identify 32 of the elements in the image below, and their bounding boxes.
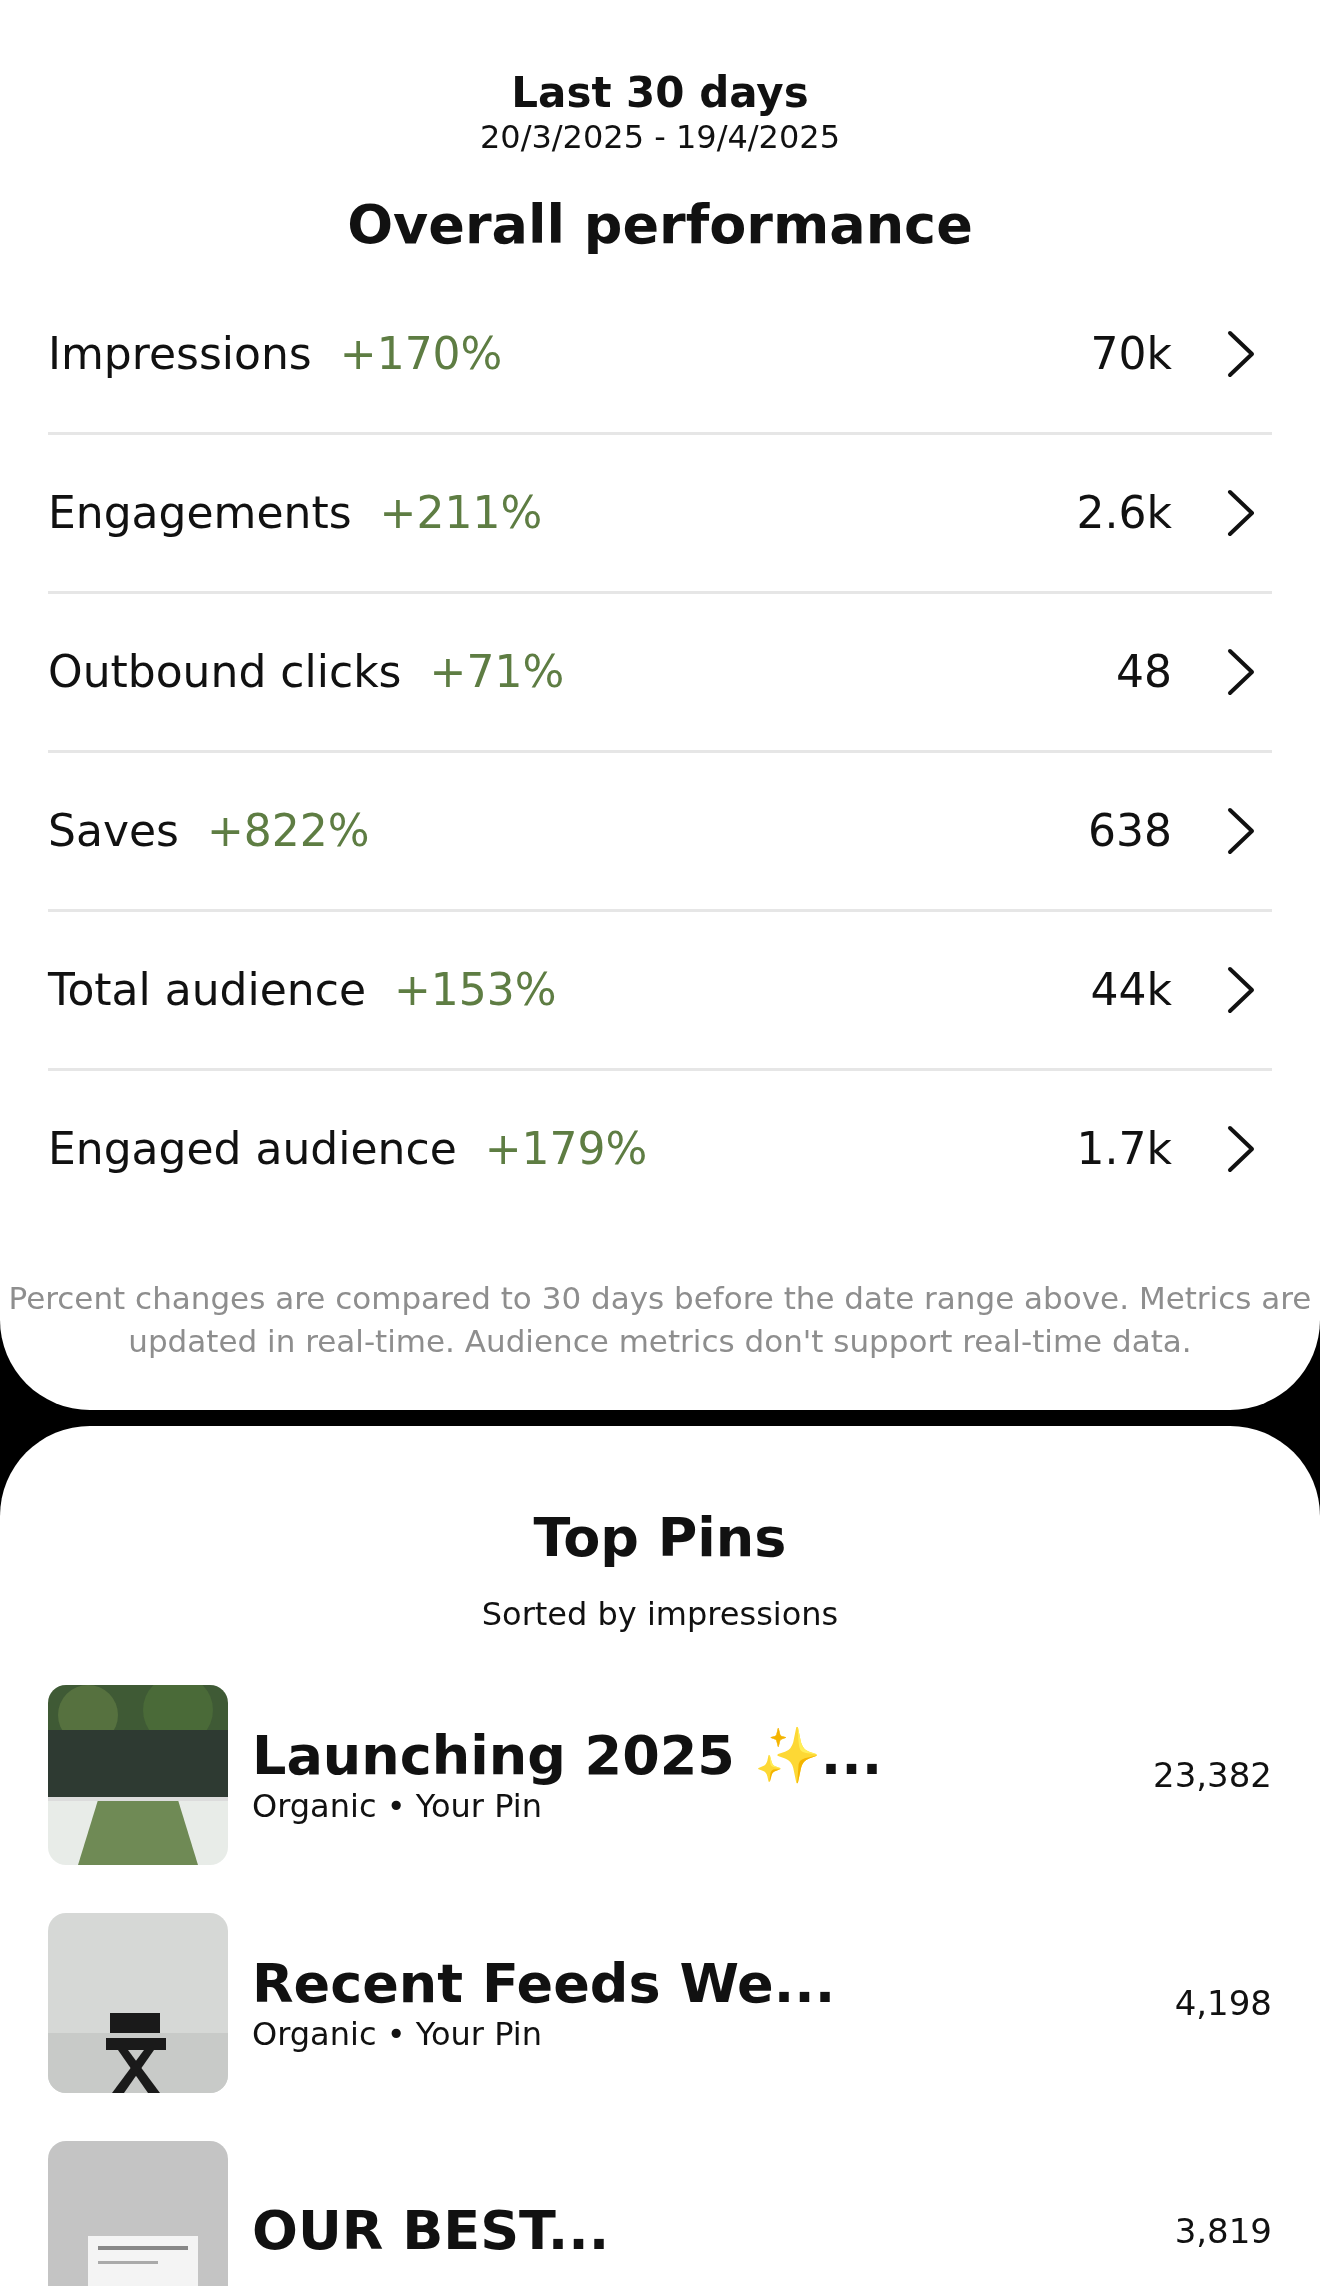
metric-change: +822% xyxy=(206,805,370,857)
pin-subtitle: Organic • Your Pin xyxy=(252,1787,543,1826)
metric-change: +71% xyxy=(429,646,565,698)
metric-label: Engagements xyxy=(48,487,352,539)
metric-label: Engaged audience xyxy=(48,1123,457,1175)
metric-change: +179% xyxy=(484,1123,648,1175)
pin-title[interactable]: Recent Feeds We... xyxy=(252,1952,836,2016)
metric-value: 44k xyxy=(1090,964,1172,1016)
metric-change: +211% xyxy=(379,487,543,539)
metric-label: Impressions xyxy=(48,328,312,380)
period-title: Last 30 days xyxy=(511,68,809,119)
section-title: Top Pins xyxy=(533,1505,787,1569)
pin-subtitle: Organic • Your Pin xyxy=(252,2015,543,2054)
pin-impressions: 23,382 xyxy=(1153,1754,1272,1795)
section-title: Overall performance xyxy=(347,192,973,256)
metric-label: Total audience xyxy=(48,964,366,1016)
date-range: 20/3/2025 - 19/4/2025 xyxy=(479,118,840,157)
metric-change: +153% xyxy=(393,964,557,1016)
metric-value: 48 xyxy=(1116,646,1172,698)
sort-label: Sorted by impressions xyxy=(481,1594,839,1633)
metric-value: 1.7k xyxy=(1076,1123,1172,1175)
footnote: Percent changes are compared to 30 days before the date range above. Metrics are updated in real-time. Audience metrics don't support real-time data. xyxy=(7,1278,1313,1362)
pin-title[interactable]: Launching 2025 ✨... xyxy=(252,1724,883,1788)
metric-value: 2.6k xyxy=(1076,487,1172,539)
pin-impressions: 3,819 xyxy=(1174,2210,1272,2251)
metric-label: Outbound clicks xyxy=(48,646,402,698)
pin-title[interactable]: OUR BEST... xyxy=(252,2199,610,2263)
metric-change: +170% xyxy=(339,328,503,380)
pin-impressions: 4,198 xyxy=(1174,1982,1272,2023)
metric-label: Saves xyxy=(48,805,179,857)
metric-value: 638 xyxy=(1088,805,1172,857)
metric-value: 70k xyxy=(1090,328,1172,380)
